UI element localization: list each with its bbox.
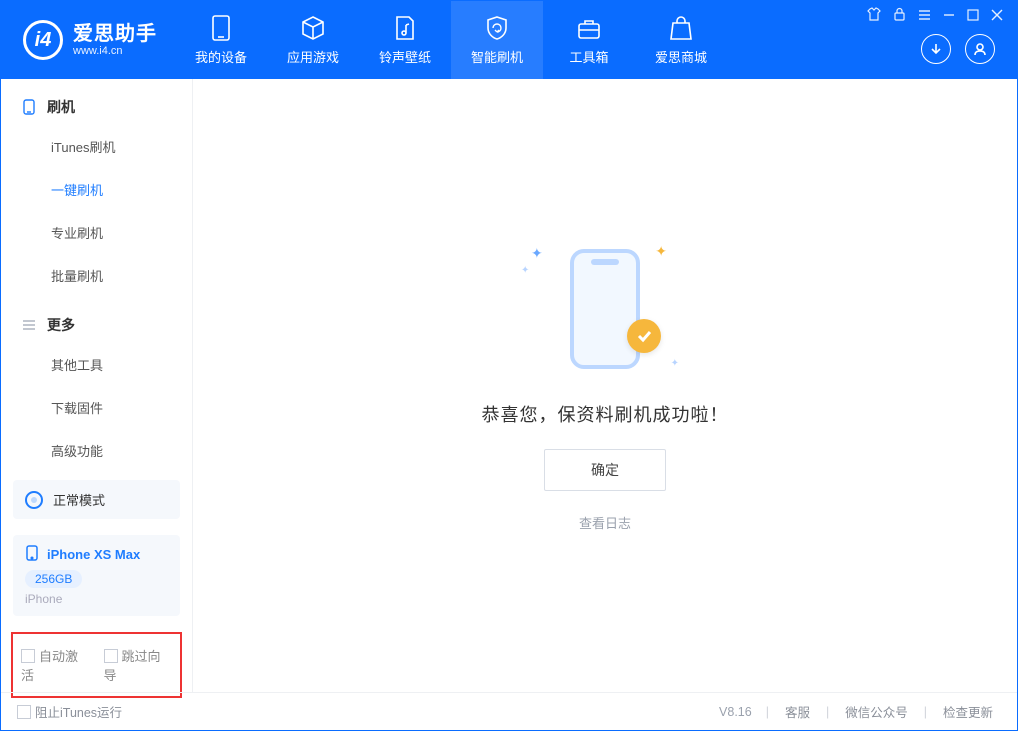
phone-outline-icon bbox=[570, 249, 640, 369]
mode-label: 正常模式 bbox=[53, 490, 105, 509]
nav-toolbox[interactable]: 工具箱 bbox=[543, 1, 635, 79]
app-url: www.i4.cn bbox=[73, 46, 157, 57]
sidebar-item-download-firmware[interactable]: 下载固件 bbox=[1, 386, 192, 429]
sidebar-list-flash: iTunes刷机 一键刷机 专业刷机 批量刷机 bbox=[1, 125, 192, 297]
logo-text: 爱思助手 www.i4.cn bbox=[73, 24, 157, 57]
titlebar-round-icons bbox=[921, 34, 1009, 68]
top-nav: 我的设备 应用游戏 铃声壁纸 智能刷机 工具箱 爱思商城 bbox=[175, 1, 727, 79]
device-small-icon bbox=[25, 545, 39, 564]
nav-store[interactable]: 爱思商城 bbox=[635, 1, 727, 79]
highlighted-checkbox-row: 自动激活 跳过向导 bbox=[11, 632, 182, 698]
device-card[interactable]: iPhone XS Max 256GB iPhone bbox=[13, 535, 180, 616]
checkbox-skip-guide[interactable]: 跳过向导 bbox=[104, 646, 173, 684]
sidebar-item-advanced[interactable]: 高级功能 bbox=[1, 429, 192, 472]
sparkle-icon: ✦ bbox=[655, 243, 667, 260]
cube-icon bbox=[300, 15, 326, 41]
bottombar: 阻止iTunes运行 V8.16 | 客服 | 微信公众号 | 检查更新 bbox=[1, 692, 1017, 730]
nav-label: 我的设备 bbox=[195, 47, 247, 66]
sidebar-item-other-tools[interactable]: 其他工具 bbox=[1, 343, 192, 386]
nav-label: 爱思商城 bbox=[655, 47, 707, 66]
success-illustration: ✦ ✦ ✦ ✦ bbox=[525, 239, 685, 379]
device-name: iPhone XS Max bbox=[47, 547, 140, 562]
titlebar-right bbox=[867, 1, 1017, 79]
link-update[interactable]: 检查更新 bbox=[935, 702, 1001, 721]
sidebar-item-oneclick-flash[interactable]: 一键刷机 bbox=[1, 168, 192, 211]
nav-my-device[interactable]: 我的设备 bbox=[175, 1, 267, 79]
sidebar-list-more: 其他工具 下载固件 高级功能 bbox=[1, 343, 192, 472]
mode-card[interactable]: 正常模式 bbox=[13, 480, 180, 519]
nav-label: 应用游戏 bbox=[287, 47, 339, 66]
sidebar-section-flash: 刷机 bbox=[1, 79, 192, 125]
device-icon bbox=[208, 15, 234, 41]
toolbox-icon bbox=[576, 15, 602, 41]
titlebar: i4 爱思助手 www.i4.cn 我的设备 应用游戏 铃声壁纸 智能刷机 bbox=[1, 1, 1017, 79]
sparkle-icon: ✦ bbox=[521, 265, 529, 276]
nav-apps-games[interactable]: 应用游戏 bbox=[267, 1, 359, 79]
sidebar-item-itunes-flash[interactable]: iTunes刷机 bbox=[1, 125, 192, 168]
success-message: 恭喜您，保资料刷机成功啦！ bbox=[482, 401, 729, 427]
app-name: 爱思助手 bbox=[73, 24, 157, 44]
minimize-button[interactable] bbox=[943, 8, 955, 26]
checkbox-auto-activate[interactable]: 自动激活 bbox=[21, 646, 90, 684]
body: 刷机 iTunes刷机 一键刷机 专业刷机 批量刷机 更多 其他工具 下载固件 … bbox=[1, 79, 1017, 692]
sidebar-section-more: 更多 bbox=[1, 297, 192, 343]
sidebar-item-pro-flash[interactable]: 专业刷机 bbox=[1, 211, 192, 254]
maximize-button[interactable] bbox=[967, 8, 979, 26]
version-label: V8.16 bbox=[719, 705, 758, 719]
main-content: ✦ ✦ ✦ ✦ 恭喜您，保资料刷机成功啦！ 确定 查看日志 bbox=[193, 79, 1017, 692]
sparkle-icon: ✦ bbox=[671, 358, 679, 369]
lock-icon[interactable] bbox=[893, 7, 906, 26]
list-icon bbox=[21, 317, 37, 333]
section-title: 刷机 bbox=[47, 97, 75, 117]
checkbox-block-itunes[interactable]: 阻止iTunes运行 bbox=[17, 702, 122, 721]
close-button[interactable] bbox=[991, 8, 1003, 26]
bag-icon bbox=[668, 15, 694, 41]
link-wechat[interactable]: 微信公众号 bbox=[837, 702, 916, 721]
nav-label: 智能刷机 bbox=[471, 47, 523, 66]
menu-icon[interactable] bbox=[918, 8, 931, 26]
nav-flash[interactable]: 智能刷机 bbox=[451, 1, 543, 79]
link-service[interactable]: 客服 bbox=[777, 702, 818, 721]
nav-ringtones[interactable]: 铃声壁纸 bbox=[359, 1, 451, 79]
logo-icon: i4 bbox=[23, 20, 63, 60]
view-log-link[interactable]: 查看日志 bbox=[579, 513, 631, 532]
device-storage: 256GB bbox=[25, 570, 82, 588]
shield-refresh-icon bbox=[484, 15, 510, 41]
section-title: 更多 bbox=[47, 315, 75, 335]
check-badge-icon bbox=[627, 319, 661, 353]
user-icon[interactable] bbox=[965, 34, 995, 64]
nav-label: 铃声壁纸 bbox=[379, 47, 431, 66]
device-type: iPhone bbox=[25, 592, 168, 606]
app-window: i4 爱思助手 www.i4.cn 我的设备 应用游戏 铃声壁纸 智能刷机 bbox=[0, 0, 1018, 731]
download-icon[interactable] bbox=[921, 34, 951, 64]
window-controls bbox=[867, 7, 1009, 26]
music-file-icon bbox=[392, 15, 418, 41]
sidebar: 刷机 iTunes刷机 一键刷机 专业刷机 批量刷机 更多 其他工具 下载固件 … bbox=[1, 79, 193, 692]
mode-icon bbox=[25, 491, 43, 509]
logo-block: i4 爱思助手 www.i4.cn bbox=[1, 1, 175, 79]
sparkle-icon: ✦ bbox=[531, 245, 543, 262]
tshirt-icon[interactable] bbox=[867, 7, 881, 26]
sidebar-item-batch-flash[interactable]: 批量刷机 bbox=[1, 254, 192, 297]
ok-button[interactable]: 确定 bbox=[544, 449, 666, 491]
nav-label: 工具箱 bbox=[569, 47, 608, 66]
phone-icon bbox=[21, 99, 37, 115]
